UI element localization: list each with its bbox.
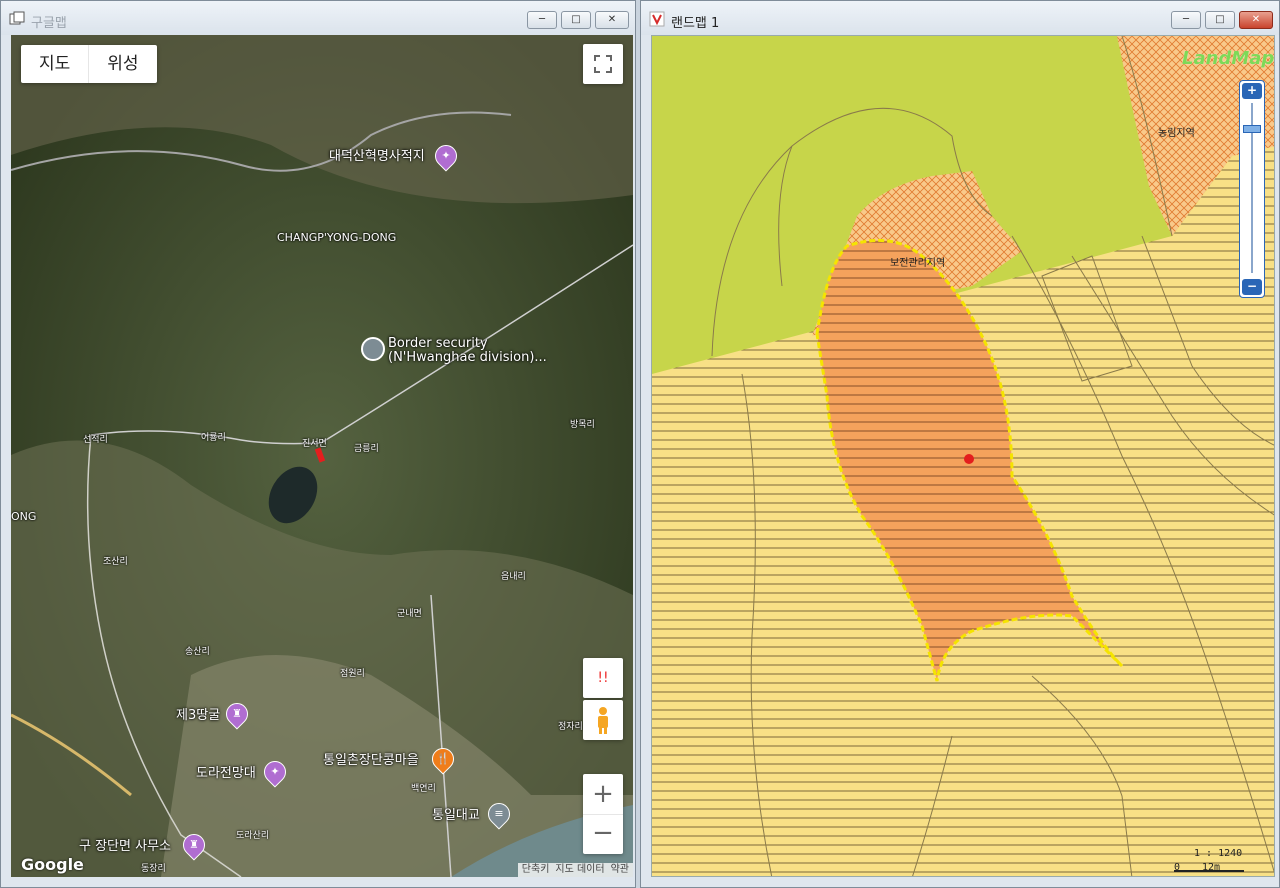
street-view-pegman[interactable] (583, 700, 623, 740)
google-map-window: 구글맵 ─ □ ✕ 지도 위성 대덕산혁명사적지 ✦ CHANGP'YONG-D… (0, 0, 636, 888)
area-label: CHANGP'YONG-DONG (277, 231, 397, 244)
zoom-in-button[interactable]: + (1242, 83, 1262, 99)
minimize-button[interactable]: ─ (527, 11, 557, 29)
maximize-button[interactable]: □ (561, 11, 591, 29)
zoom-control: + − (583, 774, 623, 854)
window-title: 랜드맵 1 (671, 16, 720, 31)
land-use-map[interactable]: LandMap 농림지역 보전관리지역 + − 1 : 1240 0 12m (651, 35, 1275, 877)
zoning-layers (652, 36, 1274, 876)
place-label: 읍내리 (501, 572, 526, 582)
google-logo: Google (21, 855, 84, 874)
minimize-button[interactable]: ─ (1171, 11, 1201, 29)
place-label: 점원리 (340, 669, 365, 679)
poi-tongil-village[interactable]: 통일촌장단콩마을 (323, 753, 419, 768)
title-bar[interactable]: 구글맵 ─ □ ✕ (1, 1, 635, 35)
warning-button[interactable]: !! (583, 658, 623, 698)
place-label: 진서면 (302, 439, 327, 449)
poi-daedeoksan[interactable]: 대덕산혁명사적지 (329, 149, 425, 164)
attribution-bar: 단축키 지도 데이터 약관 (517, 863, 633, 877)
satellite-imagery (11, 35, 633, 877)
map-type-toggle: 지도 위성 (21, 45, 157, 83)
close-button[interactable]: ✕ (1239, 11, 1273, 29)
place-label: 조산리 (103, 557, 128, 567)
map-type-satellite-button[interactable]: 위성 (88, 45, 156, 83)
window-title: 구글맵 (31, 16, 67, 31)
poi-border-line1[interactable]: Border security (388, 336, 488, 351)
landmap-window: 랜드맵 1 ─ □ ✕ LandMap 농림지역 보전관리지역 + − 1: … (640, 0, 1280, 888)
scale-ratio: 1 : 1240 (1194, 848, 1243, 859)
zoom-in-button[interactable]: + (583, 774, 623, 814)
place-label: 송산리 (185, 647, 210, 657)
place-label: 선적리 (83, 435, 108, 445)
place-label: 백연리 (411, 784, 436, 794)
zoom-out-button[interactable]: − (583, 814, 623, 854)
map-type-map-button[interactable]: 지도 (21, 45, 88, 83)
poi-old-office[interactable]: 구 장단면 사무소 (79, 839, 171, 854)
place-label: 어룡리 (201, 433, 226, 443)
maximize-button[interactable]: □ (1205, 11, 1235, 29)
zoom-thumb[interactable] (1243, 125, 1261, 133)
scale-bar: 1 : 1240 0 12m (1172, 848, 1262, 873)
zoom-slider[interactable]: + − (1239, 80, 1265, 298)
terms-link[interactable]: 약관 (611, 863, 629, 877)
poi-border-line2: (N'Hwanghae division)... (388, 350, 547, 365)
place-label: 방목리 (570, 420, 595, 430)
map-data-link[interactable]: 지도 데이터 (555, 863, 604, 877)
zone-label-agri-forest: 농림지역 (1158, 128, 1195, 139)
poi-dora-observatory[interactable]: 도라전망대 (196, 766, 256, 781)
pegman-icon (598, 707, 608, 734)
place-label: ONG (11, 510, 37, 523)
landmap-app-icon (649, 11, 665, 27)
shortcuts-link[interactable]: 단축키 (522, 863, 550, 877)
zoom-out-button[interactable]: − (1242, 279, 1262, 295)
fullscreen-icon (594, 55, 612, 73)
place-label: 동장리 (141, 864, 166, 874)
fullscreen-button[interactable] (583, 44, 623, 84)
poi-tongil-bridge[interactable]: 통일대교 (432, 808, 480, 823)
landmap-logo: LandMap (1182, 48, 1275, 69)
government-icon[interactable] (361, 337, 385, 361)
place-label: 정자리 (558, 722, 583, 732)
satellite-map[interactable]: 지도 위성 대덕산혁명사적지 ✦ CHANGP'YONG-DONG Border… (11, 35, 633, 877)
app-icon (9, 11, 25, 25)
place-label: 금릉리 (354, 444, 379, 454)
place-label: 군내면 (397, 609, 422, 619)
title-bar[interactable]: 랜드맵 1 ─ □ ✕ (641, 1, 1279, 35)
zone-label-conservation: 보전관리지역 (890, 258, 946, 269)
close-button[interactable]: ✕ (595, 11, 629, 29)
place-label: 도라산리 (236, 831, 270, 841)
poi-third-tunnel[interactable]: 제3땅굴 (176, 708, 220, 723)
scale-line (1174, 870, 1244, 872)
